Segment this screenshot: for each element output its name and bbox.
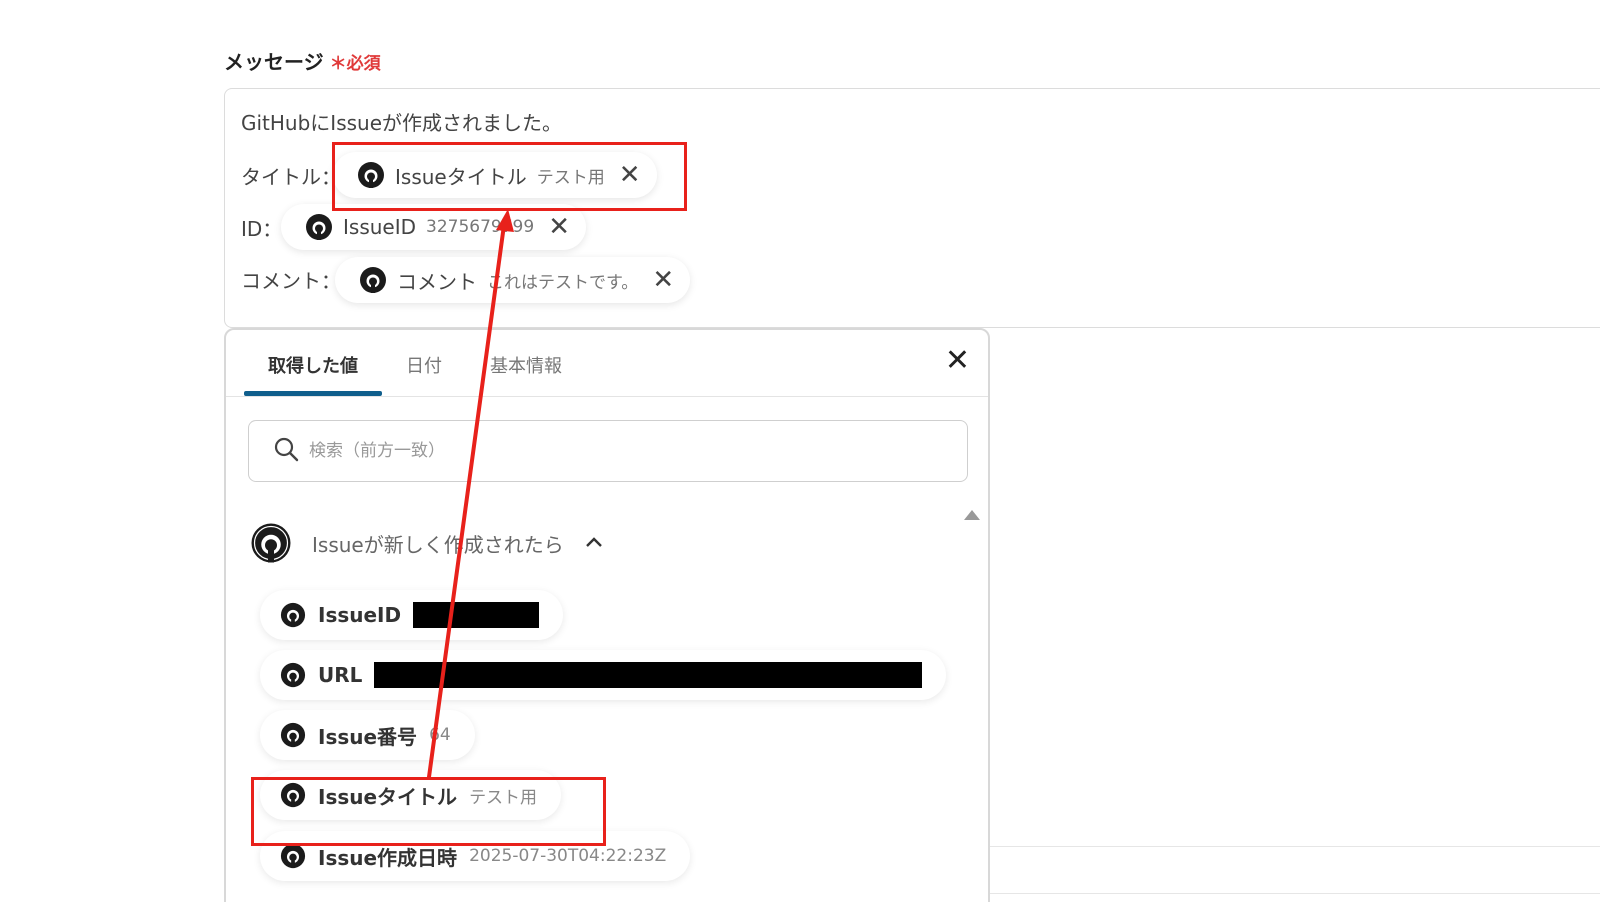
chip-value: これはテストです。: [487, 272, 639, 293]
item-name: Issueタイトル: [318, 784, 458, 809]
github-icon: [280, 843, 306, 869]
value-item-issue-id[interactable]: IssueID: [260, 590, 564, 640]
chip-name: コメント: [397, 269, 477, 294]
chip-name: IssueID: [343, 215, 417, 239]
value-item-issue-number[interactable]: Issue番号 64: [260, 710, 475, 760]
scroll-up-arrow[interactable]: [964, 510, 980, 520]
item-name: IssueID: [318, 603, 402, 627]
message-field-label: メッセージ ＊必須: [224, 46, 381, 75]
value-item-url[interactable]: URL: [260, 650, 947, 700]
divider: [970, 846, 1600, 847]
item-value: テスト用: [469, 787, 538, 808]
remove-chip-icon[interactable]: ✕: [619, 162, 641, 188]
trigger-group-header[interactable]: Issueが新しく作成されたら: [250, 522, 604, 564]
close-icon[interactable]: ✕: [945, 346, 970, 376]
github-icon: [359, 266, 387, 294]
title-row-label: タイトル：: [241, 165, 341, 189]
item-name: Issue作成日時: [318, 845, 458, 870]
id-row-label: ID：: [241, 217, 283, 241]
tabs-divider: [226, 396, 988, 397]
tab-date[interactable]: 日付: [382, 344, 466, 396]
item-value: 2025-07-30T04:22:23Z: [469, 846, 667, 866]
search-icon: [273, 436, 299, 466]
id-variable-chip[interactable]: IssueID 3275679799 ✕: [281, 204, 586, 250]
search-field[interactable]: [248, 420, 968, 482]
message-textarea[interactable]: GitHubにIssueが作成されました。 タイトル： Issueタイトル テス…: [224, 88, 1600, 328]
github-icon: [250, 522, 292, 564]
item-value: 64: [429, 725, 451, 745]
github-icon: [305, 213, 333, 241]
chip-value: テスト用: [536, 167, 605, 188]
github-icon: [280, 782, 306, 808]
comment-row-label: コメント：: [241, 269, 341, 293]
message-text-line: GitHubにIssueが作成されました。: [241, 111, 563, 135]
github-icon: [280, 662, 306, 688]
chevron-up-icon[interactable]: [584, 533, 604, 554]
remove-chip-icon[interactable]: ✕: [548, 214, 570, 240]
tab-retrieved-values[interactable]: 取得した値: [244, 344, 382, 396]
message-label-text: メッセージ: [224, 50, 324, 74]
value-picker-panel: 取得した値 日付 基本情報 ✕ Issueが新しく作成されたら IssueID …: [224, 328, 990, 902]
group-title: Issueが新しく作成されたら: [312, 532, 564, 557]
chip-value: 3275679799: [426, 217, 535, 237]
divider: [970, 893, 1600, 894]
item-name: Issue番号: [318, 724, 418, 749]
picker-tabs: 取得した値 日付 基本情報: [244, 344, 586, 396]
tab-basic-info[interactable]: 基本情報: [466, 344, 586, 396]
value-item-issue-created-at[interactable]: Issue作成日時 2025-07-30T04:22:23Z: [260, 831, 691, 881]
github-icon: [357, 161, 385, 189]
remove-chip-icon[interactable]: ✕: [652, 267, 674, 293]
github-icon: [280, 722, 306, 748]
search-input[interactable]: [309, 441, 909, 461]
comment-variable-chip[interactable]: コメント これはテストです。 ✕: [335, 257, 691, 303]
required-badge: ＊必須: [329, 54, 381, 74]
item-name: URL: [318, 663, 363, 687]
chip-name: Issueタイトル: [395, 164, 527, 189]
redacted-value: [374, 662, 923, 688]
value-item-issue-title[interactable]: Issueタイトル テスト用: [260, 770, 562, 820]
title-variable-chip[interactable]: Issueタイトル テスト用 ✕: [333, 152, 657, 198]
redacted-value: [413, 602, 540, 628]
github-icon: [280, 602, 306, 628]
